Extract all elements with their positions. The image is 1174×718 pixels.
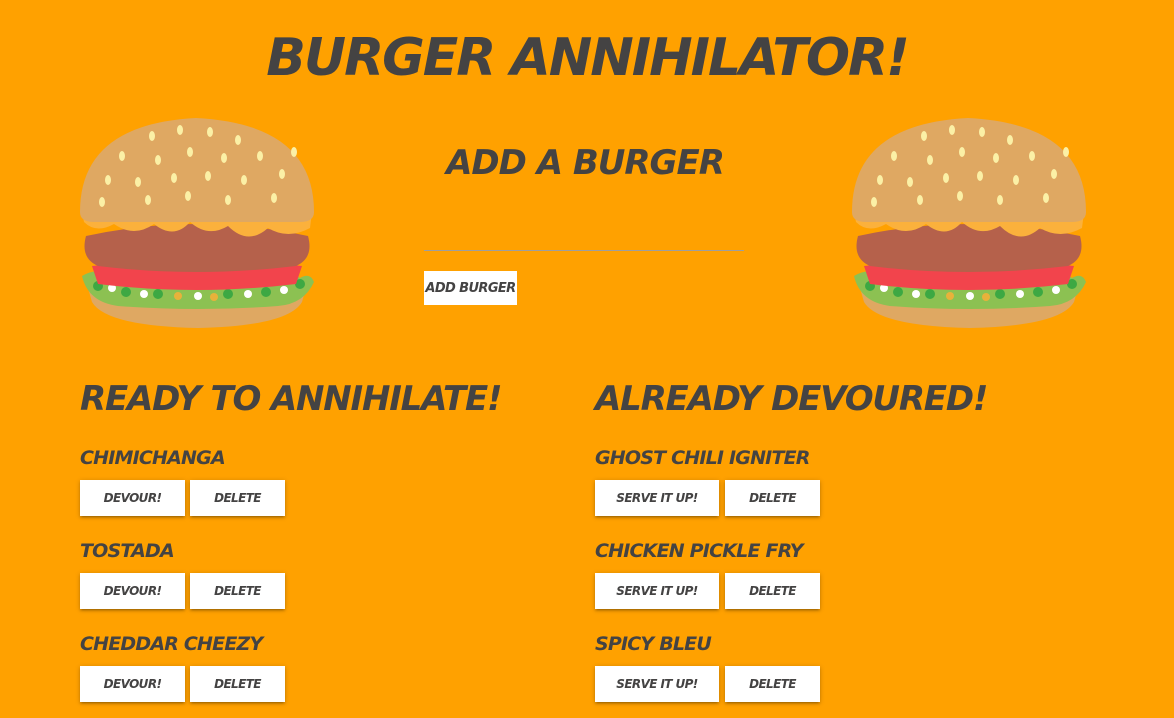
burger-name-input[interactable] (424, 214, 744, 251)
add-burger-heading: Add a Burger (446, 143, 725, 183)
list-item: Chicken Pickle Fry Serve it up! Delete (595, 539, 1075, 609)
burger-name: Chicken Pickle Fry (595, 540, 803, 562)
burger-name: Chimichanga (80, 447, 226, 469)
already-devoured-section: Already Devoured! Ghost Chili Igniter Se… (595, 372, 1075, 702)
serve-button[interactable]: Serve it up! (595, 666, 719, 702)
devoured-heading: Already Devoured! (595, 379, 988, 419)
delete-button[interactable]: Delete (190, 573, 285, 609)
list-item: Chimichanga Devour! Delete (80, 446, 560, 516)
list-item: Ghost Chili Igniter Serve it up! Delete (595, 446, 1075, 516)
serve-button[interactable]: Serve it up! (595, 480, 719, 516)
delete-button[interactable]: Delete (725, 666, 820, 702)
burger-name: Spicy Bleu (595, 633, 712, 655)
burger-icon (80, 118, 314, 328)
list-item: Tostada Devour! Delete (80, 539, 560, 609)
delete-button[interactable]: Delete (725, 480, 820, 516)
ready-heading: Ready to Annihilate! (80, 379, 503, 419)
serve-button[interactable]: Serve it up! (595, 573, 719, 609)
delete-button[interactable]: Delete (725, 573, 820, 609)
delete-button[interactable]: Delete (190, 480, 285, 516)
add-burger-button[interactable]: Add Burger (424, 271, 517, 305)
burger-name: Tostada (80, 540, 175, 562)
delete-button[interactable]: Delete (190, 666, 285, 702)
devour-button[interactable]: Devour! (80, 666, 185, 702)
burger-name: Ghost Chili Igniter (595, 447, 810, 469)
page-title: Burger Annihilator! (266, 28, 910, 88)
devour-button[interactable]: Devour! (80, 573, 185, 609)
burger-name: Cheddar Cheezy (80, 633, 263, 655)
ready-to-annihilate-section: Ready to Annihilate! Chimichanga Devour!… (80, 372, 560, 702)
list-item: Cheddar Cheezy Devour! Delete (80, 632, 560, 702)
burger-icon (852, 118, 1086, 328)
list-item: Spicy Bleu Serve it up! Delete (595, 632, 1075, 702)
devour-button[interactable]: Devour! (80, 480, 185, 516)
